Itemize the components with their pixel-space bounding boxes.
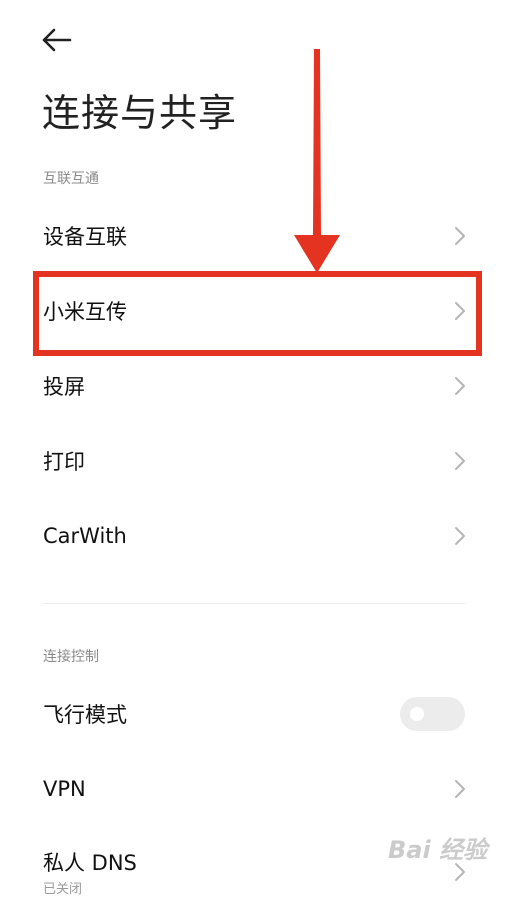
- section-label-connection-control: 连接控制: [43, 649, 99, 665]
- section-label-interconnect: 互联互通: [43, 171, 99, 187]
- row-label: 设备互联: [43, 225, 127, 249]
- chevron-right-icon: [455, 452, 465, 470]
- annotation-arrow-icon: [294, 49, 340, 273]
- row-vpn[interactable]: VPN: [0, 752, 510, 826]
- back-button[interactable]: [40, 26, 76, 56]
- watermark: Bai 经验: [388, 836, 488, 864]
- row-print[interactable]: 打印: [0, 424, 510, 498]
- row-carwith[interactable]: CarWith: [0, 499, 510, 573]
- row-label: CarWith: [43, 524, 127, 548]
- toggle-knob: [410, 707, 424, 721]
- annotation-highlight-box: [33, 271, 482, 356]
- section-divider: [43, 603, 466, 604]
- chevron-right-icon: [455, 527, 465, 545]
- row-label: 打印: [43, 450, 85, 474]
- private-dns-status: 已关闭: [43, 882, 83, 897]
- row-label: 投屏: [43, 375, 85, 399]
- row-label: 飞行模式: [43, 703, 127, 727]
- chevron-right-icon: [455, 780, 465, 798]
- chevron-right-icon: [455, 377, 465, 395]
- page-title: 连接与共享: [42, 91, 238, 135]
- chevron-right-icon: [455, 227, 465, 245]
- row-airplane-mode[interactable]: 飞行模式: [0, 677, 510, 751]
- airplane-mode-toggle[interactable]: [400, 697, 465, 731]
- arrow-left-icon: [42, 28, 72, 52]
- row-device-interconnect[interactable]: 设备互联: [0, 199, 510, 273]
- row-cast[interactable]: 投屏: [0, 349, 510, 423]
- row-label: 私人 DNS: [43, 851, 137, 875]
- row-label: VPN: [43, 777, 86, 801]
